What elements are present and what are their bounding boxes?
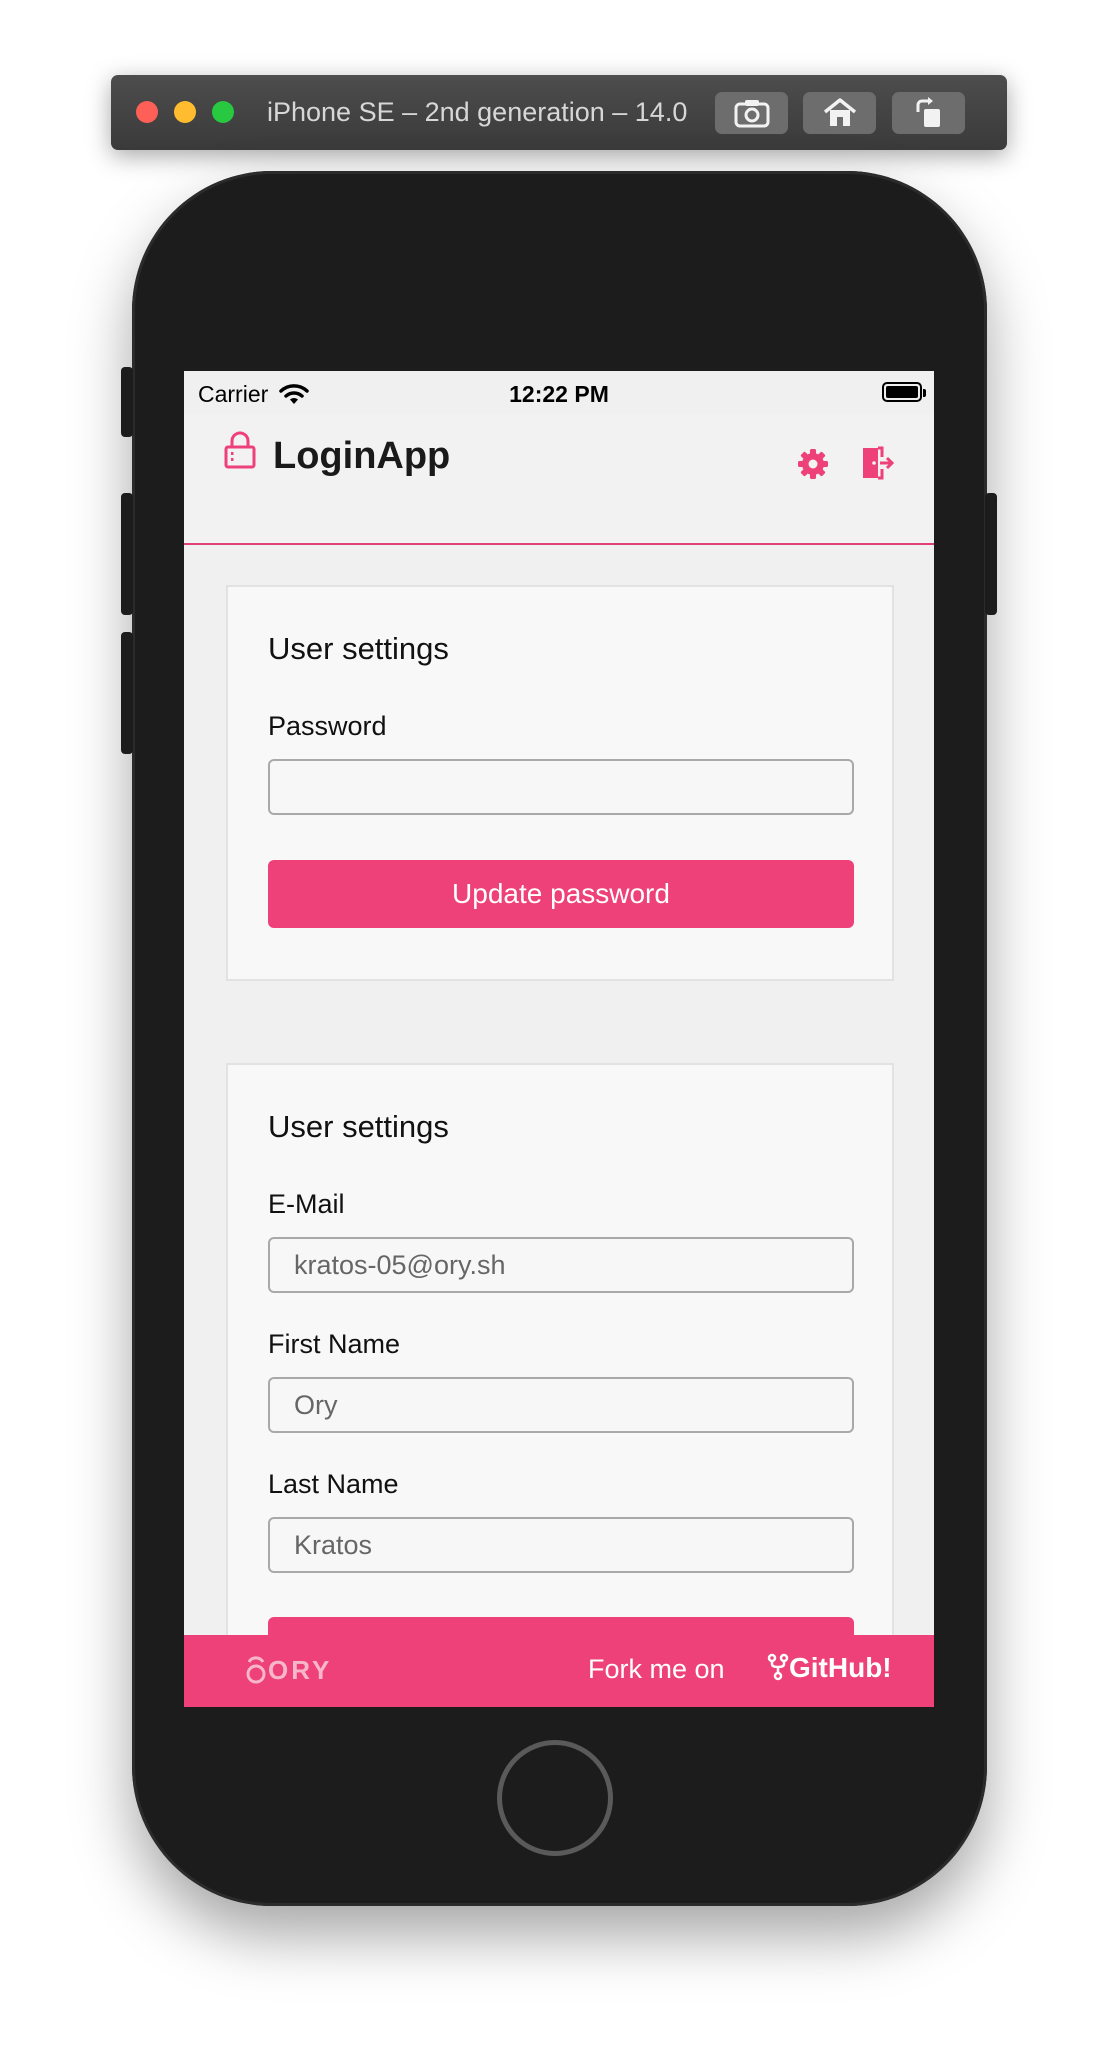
last-name-input[interactable] (268, 1517, 854, 1573)
rotate-button[interactable] (892, 92, 965, 134)
last-name-label: Last Name (268, 1469, 399, 1499)
card-title: User settings (268, 631, 449, 666)
first-name-input[interactable] (268, 1377, 854, 1433)
ory-logo[interactable]: ORY (246, 1653, 332, 1687)
first-name-label: First Name (268, 1329, 401, 1359)
logout-icon[interactable] (860, 445, 896, 481)
rotate-icon (916, 97, 940, 127)
card-title: User settings (268, 1109, 449, 1144)
simulator-title: iPhone SE – 2nd generation – 14.0 (267, 97, 688, 127)
battery-icon (882, 382, 922, 402)
power-button (985, 493, 997, 615)
fork-me-text[interactable]: Fork me on (588, 1654, 725, 1685)
fork-icon (767, 1653, 789, 1681)
github-link[interactable]: GitHub! (767, 1652, 892, 1684)
home-icon (823, 98, 856, 126)
camera-icon (734, 100, 769, 128)
settings-gear-icon[interactable] (797, 448, 829, 480)
email-input[interactable] (268, 1237, 854, 1293)
app-title: LoginApp (273, 435, 451, 477)
email-label: E-Mail (268, 1189, 345, 1219)
home-button[interactable] (803, 92, 876, 134)
volume-up-button (121, 493, 133, 615)
battery-cap (923, 389, 926, 397)
mute-switch (121, 367, 133, 437)
minimize-window-button[interactable] (174, 101, 196, 123)
zoom-window-button[interactable] (212, 101, 234, 123)
phone-screen: Carrier 12:22 PM LoginApp User settings … (184, 371, 934, 1707)
status-bar: Carrier 12:22 PM (184, 371, 934, 415)
password-label: Password (268, 711, 387, 741)
clock: 12:22 PM (509, 381, 609, 407)
volume-down-button (121, 632, 133, 754)
profile-settings-card: User settings E-Mail First Name Last Nam… (226, 1063, 894, 1685)
screenshot-button[interactable] (715, 92, 788, 134)
update-password-button[interactable]: Update password (268, 860, 854, 928)
ory-logo-icon (246, 1656, 266, 1684)
password-settings-card: User settings Password Update password (226, 585, 894, 981)
phone-home-button[interactable] (497, 1740, 613, 1856)
footer-bar: ORY Fork me on GitHub! (184, 1635, 934, 1707)
close-window-button[interactable] (136, 101, 158, 123)
app-header: LoginApp (184, 415, 934, 545)
lock-icon (224, 431, 256, 469)
simulator-title-bar: iPhone SE – 2nd generation – 14.0 (111, 75, 1007, 150)
password-input[interactable] (268, 759, 854, 815)
